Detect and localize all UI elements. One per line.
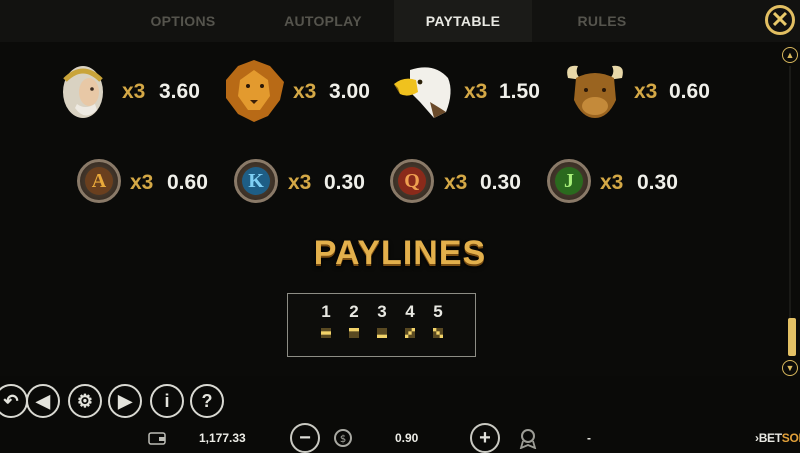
betsoft-logo: ›BETSOFT: [755, 431, 800, 445]
info-icon: i: [164, 390, 170, 411]
svg-text:$: $: [340, 434, 346, 445]
gear-icon: ⚙: [76, 390, 94, 411]
payline-number: 2: [349, 302, 359, 321]
close-button[interactable]: ✕: [765, 5, 795, 35]
question-icon: ?: [201, 390, 213, 411]
symbol-multiplier: x3: [293, 80, 317, 103]
sound-button[interactable]: ◀: [26, 384, 60, 418]
payline-pattern-5: [433, 328, 443, 338]
symbol-payout: 3.60: [159, 80, 200, 103]
speaker-icon: ◀: [36, 390, 50, 411]
paylines-title: PAYLINES: [313, 234, 487, 272]
autoplay-button[interactable]: ▶: [108, 384, 142, 418]
chevron-down-icon: ▼: [785, 363, 795, 373]
symbol-multiplier: x3: [122, 80, 146, 103]
payline-number: 5: [433, 302, 443, 321]
tab-rules[interactable]: RULES: [537, 0, 667, 42]
symbol-payout: 1.50: [499, 80, 540, 103]
payline-pattern-4: [405, 328, 415, 338]
tab-bar: OPTIONS AUTOPLAY PAYTABLE RULES: [0, 0, 800, 42]
symbol-multiplier: x3: [288, 171, 312, 194]
tab-paytable[interactable]: PAYTABLE: [394, 0, 532, 42]
symbol-payout: 0.30: [480, 171, 521, 194]
win-award-icon: [519, 429, 537, 449]
letter-a-icon: A: [77, 159, 121, 203]
balance-value: 1,177.33: [199, 431, 246, 445]
close-icon: ✕: [770, 7, 790, 32]
letter-k-icon: K: [234, 159, 278, 203]
scrollbar-track[interactable]: [789, 66, 791, 356]
help-button[interactable]: ?: [190, 384, 224, 418]
paylines-panel: 1 2 3 4 5: [287, 293, 476, 357]
symbol-payout: 0.60: [669, 80, 710, 103]
win-value: -: [587, 431, 591, 445]
lion-head-icon: [226, 60, 284, 122]
minus-icon: −: [299, 427, 311, 449]
back-arrow-icon: ↶: [3, 390, 19, 411]
symbol-payout: 3.00: [329, 80, 370, 103]
symbol-multiplier: x3: [464, 80, 488, 103]
payline-number: 4: [405, 302, 415, 321]
payline-number: 3: [377, 302, 387, 321]
bet-value: 0.90: [395, 431, 419, 445]
autoplay-icon: ▶: [118, 390, 132, 411]
settings-button[interactable]: ⚙: [68, 384, 102, 418]
bull-head-icon: [567, 65, 623, 118]
decrease-bet-button[interactable]: −: [290, 423, 320, 453]
increase-bet-button[interactable]: +: [470, 423, 500, 453]
symbol-multiplier: x3: [600, 171, 624, 194]
symbol-payout: 0.30: [637, 171, 678, 194]
symbol-payout: 0.60: [167, 171, 208, 194]
letter-q-icon: Q: [390, 159, 434, 203]
wallet-icon: [148, 432, 166, 445]
letter-j-icon: J: [547, 159, 591, 203]
scroll-up-button[interactable]: ▲: [782, 47, 798, 63]
payline-pattern-1: [321, 328, 331, 338]
payline-pattern-2: [349, 328, 359, 338]
scroll-down-button[interactable]: ▼: [782, 360, 798, 376]
chevron-up-icon: ▲: [785, 50, 795, 60]
info-button[interactable]: i: [150, 384, 184, 418]
payline-pattern-3: [377, 328, 387, 338]
symbol-multiplier: x3: [444, 171, 468, 194]
scrollbar-thumb[interactable]: [788, 318, 796, 356]
symbol-multiplier: x3: [634, 80, 658, 103]
plus-icon: +: [479, 427, 491, 449]
coins-icon: $: [334, 429, 352, 447]
tab-options[interactable]: OPTIONS: [118, 0, 248, 42]
emperor-head-icon: [63, 66, 103, 118]
symbol-multiplier: x3: [130, 171, 154, 194]
payline-number: 1: [321, 302, 331, 321]
tab-autoplay[interactable]: AUTOPLAY: [258, 0, 388, 42]
symbol-payout: 0.30: [324, 171, 365, 194]
eagle-head-icon: [394, 67, 451, 118]
